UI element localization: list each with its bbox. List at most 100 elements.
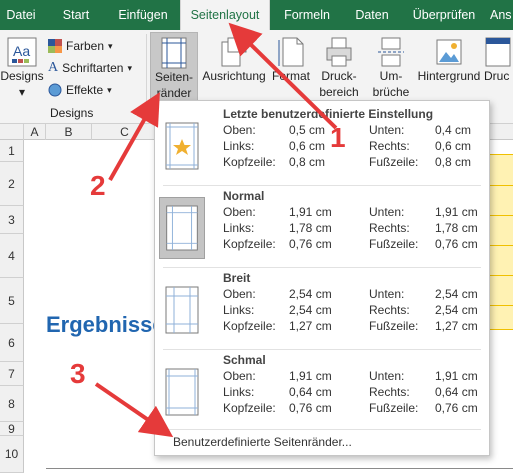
label-right: Rechts: [369,385,410,399]
margin-option-narrow[interactable]: Schmal Oben: 1,91 cm Unten: 1,91 cm Link… [155,349,489,429]
group-separator [146,34,147,120]
margin-option-last-custom[interactable]: Letzte benutzerdefinierte Einstellung Ob… [155,103,489,183]
annotation-number-3: 3 [70,358,86,389]
option-title: Normal [223,189,265,203]
column-header[interactable]: C [92,124,158,140]
effects-button[interactable]: Effekte ▾ [48,80,112,100]
value-right: 2,54 cm [435,303,478,317]
row-header[interactable]: 8 [0,386,24,422]
value-top: 1,91 cm [289,205,332,219]
value-left: 1,78 cm [289,221,332,235]
row-header[interactable]: 3 [0,206,24,234]
chevron-down-icon: ▾ [108,40,113,51]
value-right: 0,64 cm [435,385,478,399]
value-bottom: 1,91 cm [435,369,478,383]
label-bottom: Unten: [369,369,405,383]
margins-label-2: ränder [156,86,192,100]
row-header[interactable]: 2 [0,162,24,206]
annotation-number-1: 1 [330,122,346,153]
size-button[interactable]: Format [268,32,314,104]
label-header: Kopfzeile: [223,319,276,333]
value-footer: 0,8 cm [435,155,472,169]
margin-option-normal[interactable]: Normal Oben: 1,91 cm Unten: 1,91 cm Link… [155,185,489,265]
margin-option-wide[interactable]: Breit Oben: 2,54 cm Unten: 2,54 cm Links… [155,267,489,347]
page-size-icon [278,37,304,67]
table-gridline [487,275,513,276]
value-footer: 1,27 cm [435,319,478,333]
column-header[interactable]: B [46,124,92,140]
background-image-icon [436,39,462,65]
background-button[interactable]: Hintergrund [414,32,484,104]
breaks-button[interactable]: Um- brüche [366,32,416,104]
option-title: Letzte benutzerdefinierte Einstellung [223,107,434,121]
value-left: 2,54 cm [289,303,332,317]
ribbon-tab-bar: Datei Start Einfügen Seitenlayout Formel… [0,0,513,30]
fonts-label: Schriftarten [62,61,124,75]
label-footer: Fußzeile: [369,237,419,251]
highlighted-table [486,154,513,330]
print-titles-button[interactable]: Druc [484,32,513,104]
row-header[interactable]: 4 [0,234,24,278]
row-header[interactable]: 5 [0,278,24,324]
margins-label-1: Seiten- [154,70,194,84]
value-top: 0,5 cm [289,123,326,137]
label-header: Kopfzeile: [223,401,276,415]
tab-seitenlayout[interactable]: Seitenlayout [180,0,270,30]
value-header: 1,27 cm [289,319,332,333]
label-footer: Fußzeile: [369,319,419,333]
tab-start[interactable]: Start [48,0,104,30]
menu-divider [163,429,481,430]
label-top: Oben: [223,287,256,301]
select-all-corner[interactable] [0,124,24,140]
tab-formeln[interactable]: Formeln [274,0,340,30]
orientation-button[interactable]: Ausrichtung [200,32,268,104]
print-area-button[interactable]: Druck- bereich [314,32,364,104]
margins-button[interactable]: Seiten- ränder [150,32,198,104]
value-right: 0,6 cm [435,139,472,153]
row-header[interactable]: 1 [0,140,24,162]
custom-margins-menu-item[interactable]: Benutzerdefinierte Seitenränder... [173,435,352,449]
page-margins-icon [161,37,187,69]
value-top: 1,91 cm [289,369,332,383]
label-left: Links: [223,303,255,317]
label-top: Oben: [223,205,256,219]
tab-daten[interactable]: Daten [344,0,400,30]
heading-ergebnisse: Ergebnisse [46,312,165,337]
page-last-custom-icon [165,122,199,170]
designs-button[interactable]: Aa Designs ▾ [0,32,44,104]
label-footer: Fußzeile: [369,155,419,169]
value-footer: 0,76 cm [435,401,478,415]
tab-ansicht[interactable]: Ans [490,0,513,30]
designs-icon: Aa [7,37,37,67]
breaks-label-2: brüche [372,85,410,99]
tab-datei[interactable]: Datei [0,0,42,30]
fonts-button[interactable]: A Schriftarten ▾ [48,58,132,78]
effects-label: Effekte [66,83,104,97]
colors-button[interactable]: Farben ▾ [48,36,113,56]
page-normal-icon [159,197,205,259]
print-titles-label: Druc [484,69,510,83]
column-header[interactable]: A [24,124,46,140]
label-header: Kopfzeile: [223,237,276,251]
margins-dropdown: Letzte benutzerdefinierte Einstellung Ob… [154,100,490,456]
value-header: 0,76 cm [289,401,332,415]
label-right: Rechts: [369,139,410,153]
fonts-icon: A [48,60,59,75]
label-left: Links: [223,139,255,153]
row-header[interactable]: 10 [0,436,24,473]
value-right: 1,78 cm [435,221,478,235]
row-header[interactable]: 6 [0,324,24,362]
effects-icon [48,83,62,97]
color-palette-icon [48,39,62,53]
chevron-down-icon: ▾ [127,62,133,73]
label-top: Oben: [223,369,256,383]
label-footer: Fußzeile: [369,401,419,415]
row-header[interactable]: 9 [0,422,24,436]
row-header[interactable]: 7 [0,362,24,386]
tab-ueberpruefen[interactable]: Überprüfen [402,0,486,30]
annotation-number-2: 2 [90,170,106,201]
value-top: 2,54 cm [289,287,332,301]
label-bottom: Unten: [369,287,405,301]
tab-einfuegen[interactable]: Einfügen [108,0,178,30]
value-left: 0,6 cm [289,139,326,153]
